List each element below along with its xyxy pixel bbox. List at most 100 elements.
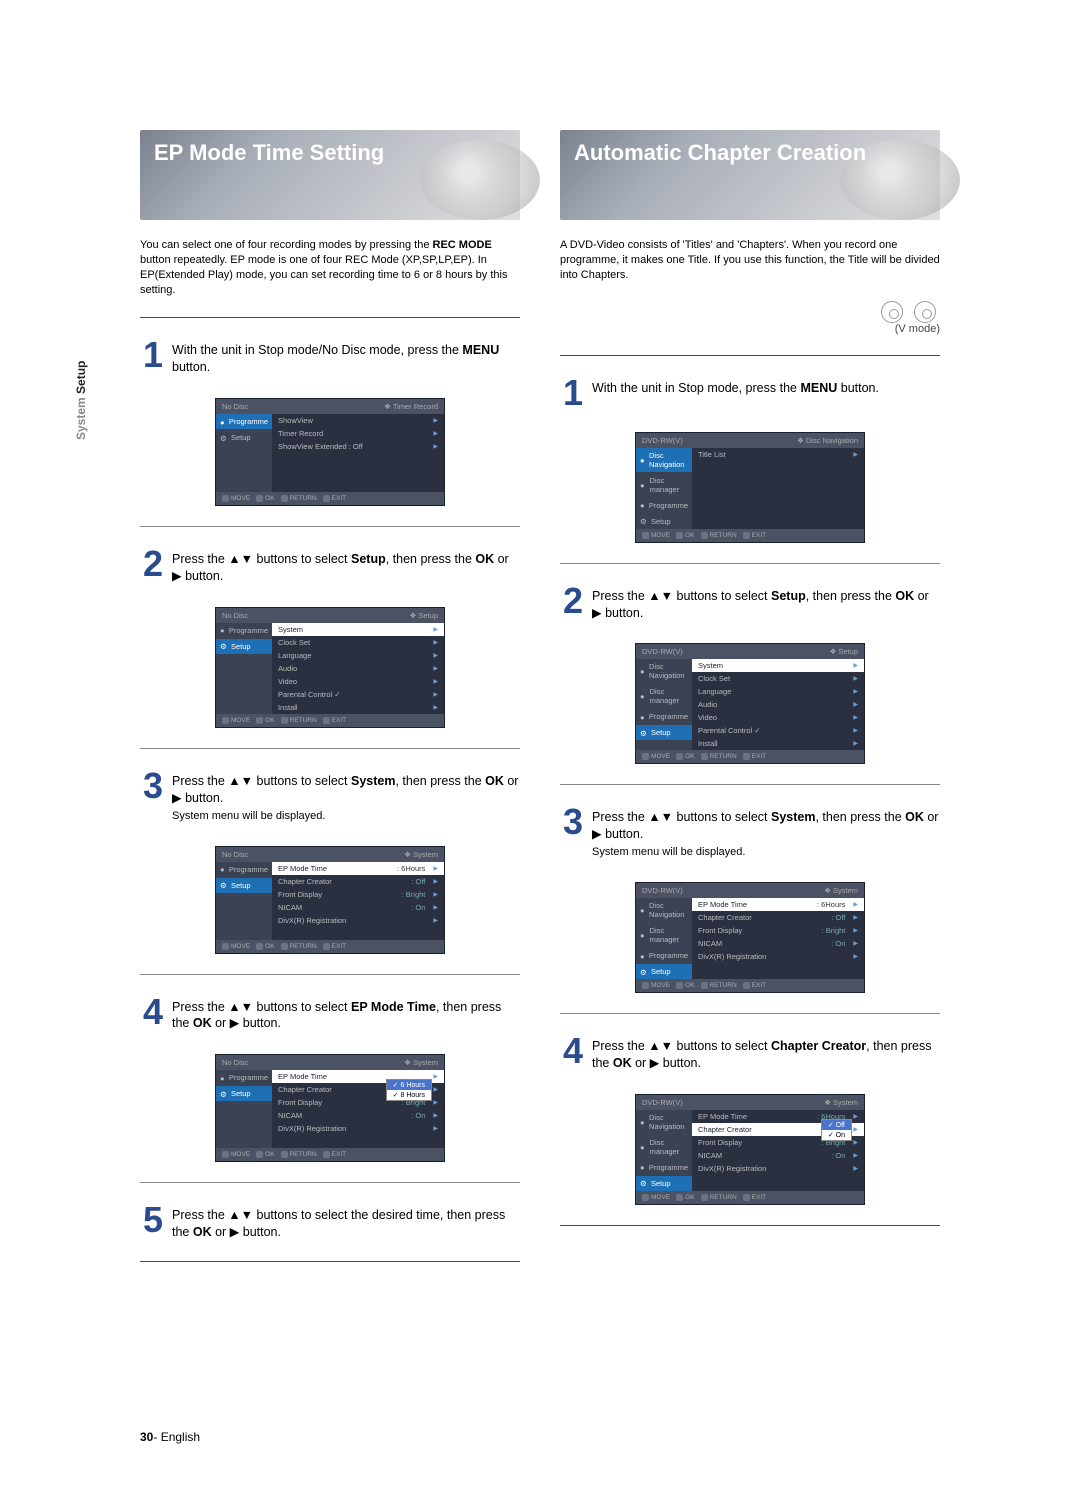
osd-footer-icon [222,495,229,502]
osd-screen-setup-r: DVD-RW(V)❖ Setup●Disc Navigation●Disc ma… [635,643,865,764]
side-item-icon: ● [640,931,647,939]
osd-footer-icon [642,982,649,989]
osd-footer-item: RETURN [281,495,317,502]
mode-label: (V mode) [895,323,940,335]
osd-screen-timer: No Disc❖ Timer Record●Programme⚙SetupSho… [215,398,445,506]
osd-screen-setup: No Disc❖ Setup●Programme⚙SetupSystem▶Clo… [215,607,445,728]
osd-dropdown: ✓ Off✓ On [821,1119,852,1141]
side-item-icon: ● [640,481,647,489]
osd-menu-row: EP Mode Time: 6Hours▶ [692,898,864,911]
osd-footer-icon [743,532,750,539]
step-text: Press the ▲▼ buttons to select System, t… [172,769,520,824]
chevron-right-icon: ▶ [853,714,858,721]
osd-menu-row: NICAM: On▶ [272,1109,444,1122]
osd-footer-item: MOVE [642,532,670,539]
side-item-icon: ● [220,418,226,426]
side-item-icon: ⚙ [640,968,648,976]
osd-menu-row: Chapter Creator: Off▶ [272,875,444,888]
chevron-right-icon: ▶ [853,675,858,682]
divider [560,1225,940,1226]
chevron-right-icon: ▶ [853,727,858,734]
side-item-icon: ● [220,865,226,873]
osd-menu-row: DivX(R) Registration▶ [692,950,864,963]
divider [560,563,940,564]
osd-header-label: No Disc [222,402,248,411]
right-column: Automatic Chapter Creation A DVD-Video c… [560,130,940,1264]
osd-footer-item: RETURN [281,1151,317,1158]
osd-footer-icon [281,495,288,502]
chevron-right-icon: ▶ [433,417,438,424]
chevron-right-icon: ▶ [433,1073,438,1080]
left-step-4: 4 Press the ▲▼ buttons to select EP Mode… [140,995,520,1033]
side-item-icon: ● [640,952,646,960]
osd-menu-row: Video▶ [272,675,444,688]
osd-footer-icon [642,1194,649,1201]
chevron-right-icon: ▶ [433,704,438,711]
osd-footer-item: RETURN [701,532,737,539]
side-item-icon: ● [220,1074,226,1082]
osd-footer-item: EXIT [743,1194,766,1201]
osd-footer-icon [642,753,649,760]
osd-menu-row: Clock Set▶ [272,636,444,649]
osd-header-label: No Disc [222,850,248,859]
osd-footer-icon [642,532,649,539]
osd-menu-row: Front Display: Bright▶ [272,888,444,901]
chevron-right-icon: ▶ [433,665,438,672]
chevron-right-icon: ▶ [433,652,438,659]
osd-menu-row: NICAM: On▶ [272,901,444,914]
osd-footer-item: OK [676,1194,694,1201]
left-step-5: 5 Press the ▲▼ buttons to select the des… [140,1203,520,1241]
osd-side-item: ●Programme [216,862,272,877]
osd-footer-item: OK [256,717,274,724]
chevron-right-icon: ▶ [433,891,438,898]
side-item-icon: ⚙ [640,517,648,525]
dvd-rw-icon [881,301,903,323]
osd-footer-item: OK [676,753,694,760]
step-text: Press the ▲▼ buttons to select Setup, th… [172,547,520,585]
osd-footer-item: EXIT [323,495,346,502]
media-icons: (V mode) [560,301,940,335]
chevron-right-icon: ▶ [433,878,438,885]
chevron-right-icon: ▶ [853,662,858,669]
chevron-right-icon: ▶ [853,701,858,708]
osd-side-item: ●Programme [216,1070,272,1085]
side-item-icon: ● [220,626,226,634]
step-number: 2 [140,547,166,581]
chevron-right-icon: ▶ [433,1125,438,1132]
side-item-icon: ● [640,501,646,509]
osd-crumb: ❖ Timer Record [384,402,438,411]
chevron-right-icon: ▶ [433,691,438,698]
chevron-right-icon: ▶ [433,904,438,911]
osd-footer-item: MOVE [222,495,250,502]
chevron-right-icon: ▶ [853,940,858,947]
osd-footer-icon [676,753,683,760]
osd-side-item: ●Programme [636,948,692,963]
osd-menu-row: Parental Control ✓▶ [272,688,444,701]
chevron-right-icon: ▶ [433,1099,438,1106]
osd-side-item: ⚙Setup [636,725,692,740]
osd-footer-item: MOVE [642,982,670,989]
step-text: Press the ▲▼ buttons to select Chapter C… [592,1034,940,1072]
osd-menu-row: DivX(R) Registration▶ [272,914,444,927]
osd-footer-item: OK [676,982,694,989]
left-step-2: 2 Press the ▲▼ buttons to select Setup, … [140,547,520,585]
osd-side-item: ⚙Setup [216,1086,272,1101]
left-step-1: 1 With the unit in Stop mode/No Disc mod… [140,338,520,376]
osd-dropdown-option: ✓ Off [822,1120,851,1130]
osd-footer-item: RETURN [701,982,737,989]
osd-footer-icon [281,717,288,724]
side-item-icon: ● [640,1118,646,1126]
osd-menu-row: ShowView Extended : Off▶ [272,440,444,453]
osd-footer-icon [281,1151,288,1158]
osd-footer-item: EXIT [323,943,346,950]
osd-header-label: No Disc [222,1058,248,1067]
left-column: EP Mode Time Setting You can select one … [140,130,520,1264]
chevron-right-icon: ▶ [853,1126,858,1133]
osd-menu-row: DivX(R) Registration▶ [272,1122,444,1135]
page-lang: English [161,1430,200,1444]
step-number: 5 [140,1203,166,1237]
divider [560,784,940,785]
osd-menu-row: Audio▶ [692,698,864,711]
chevron-right-icon: ▶ [433,626,438,633]
osd-footer-item: EXIT [743,532,766,539]
